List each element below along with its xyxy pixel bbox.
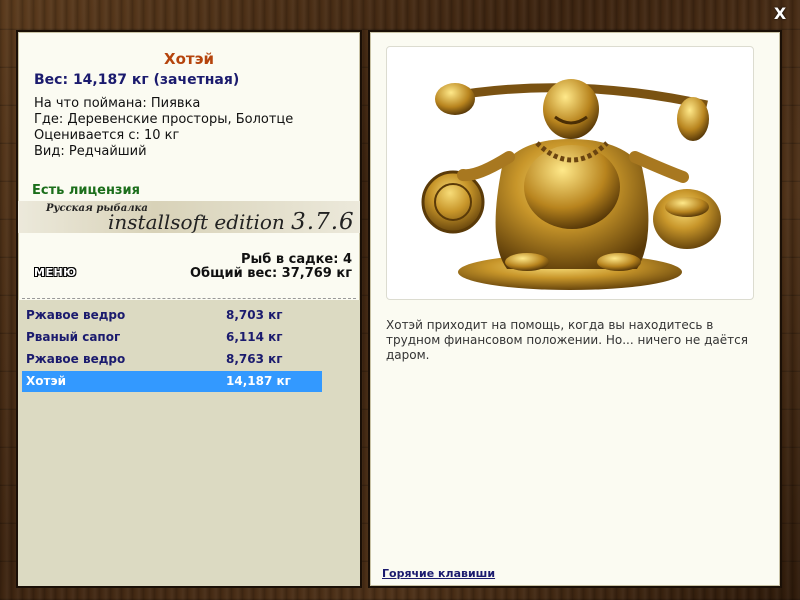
fish-detail-panel: Хотэй приходит на помощь, когда вы наход… bbox=[368, 30, 782, 588]
fish-weight: Вес: 14,187 кг (зачетная) bbox=[34, 72, 240, 88]
item-weight: 8,763 кг bbox=[226, 352, 283, 366]
game-logo: Русская рыбалка installsoft edition 3.7.… bbox=[18, 201, 360, 235]
item-weight: 14,187 кг bbox=[226, 374, 291, 388]
close-button[interactable]: X bbox=[772, 6, 788, 22]
fish-bait: На что поймана: Пиявка bbox=[34, 96, 201, 111]
total-weight: Общий вес: 37,769 кг bbox=[189, 266, 352, 281]
fish-rarity: Вид: Редчайший bbox=[34, 144, 147, 159]
list-item[interactable]: Рваный сапог 6,114 кг bbox=[22, 327, 322, 348]
hotei-statue-image bbox=[421, 79, 721, 290]
item-name: Ржавое ведро bbox=[26, 352, 126, 366]
hotkeys-link[interactable]: Горячие клавиши bbox=[382, 567, 495, 580]
item-name: Ржавое ведро bbox=[26, 308, 126, 322]
item-name: Хотэй bbox=[26, 374, 66, 388]
fish-description: Хотэй приходит на помощь, когда вы наход… bbox=[386, 318, 748, 362]
fish-name: Хотэй bbox=[164, 50, 214, 68]
item-weight: 6,114 кг bbox=[226, 330, 283, 344]
fish-info-panel: Хотэй Вес: 14,187 кг (зачетная) На что п… bbox=[16, 30, 362, 588]
fish-count: Рыб в садке: 4 bbox=[240, 252, 352, 267]
item-weight: 8,703 кг bbox=[226, 308, 283, 322]
fish-valued-from: Оценивается с: 10 кг bbox=[34, 128, 180, 143]
logo-edition: installsoft edition 3.7.6 bbox=[108, 209, 355, 235]
list-item-selected[interactable]: Хотэй 14,187 кг bbox=[22, 371, 322, 392]
menu-button[interactable]: МЕНЮ bbox=[34, 266, 77, 279]
item-name: Рваный сапог bbox=[26, 330, 121, 344]
fish-location: Где: Деревенские просторы, Болотце bbox=[34, 112, 294, 127]
list-item[interactable]: Ржавое ведро 8,763 кг bbox=[22, 349, 322, 370]
list-item[interactable]: Ржавое ведро 8,703 кг bbox=[22, 305, 322, 326]
license-status: Есть лицензия bbox=[32, 183, 140, 198]
fish-image bbox=[386, 46, 754, 300]
divider bbox=[22, 298, 356, 299]
catch-list: Ржавое ведро 8,703 кг Рваный сапог 6,114… bbox=[18, 300, 360, 586]
